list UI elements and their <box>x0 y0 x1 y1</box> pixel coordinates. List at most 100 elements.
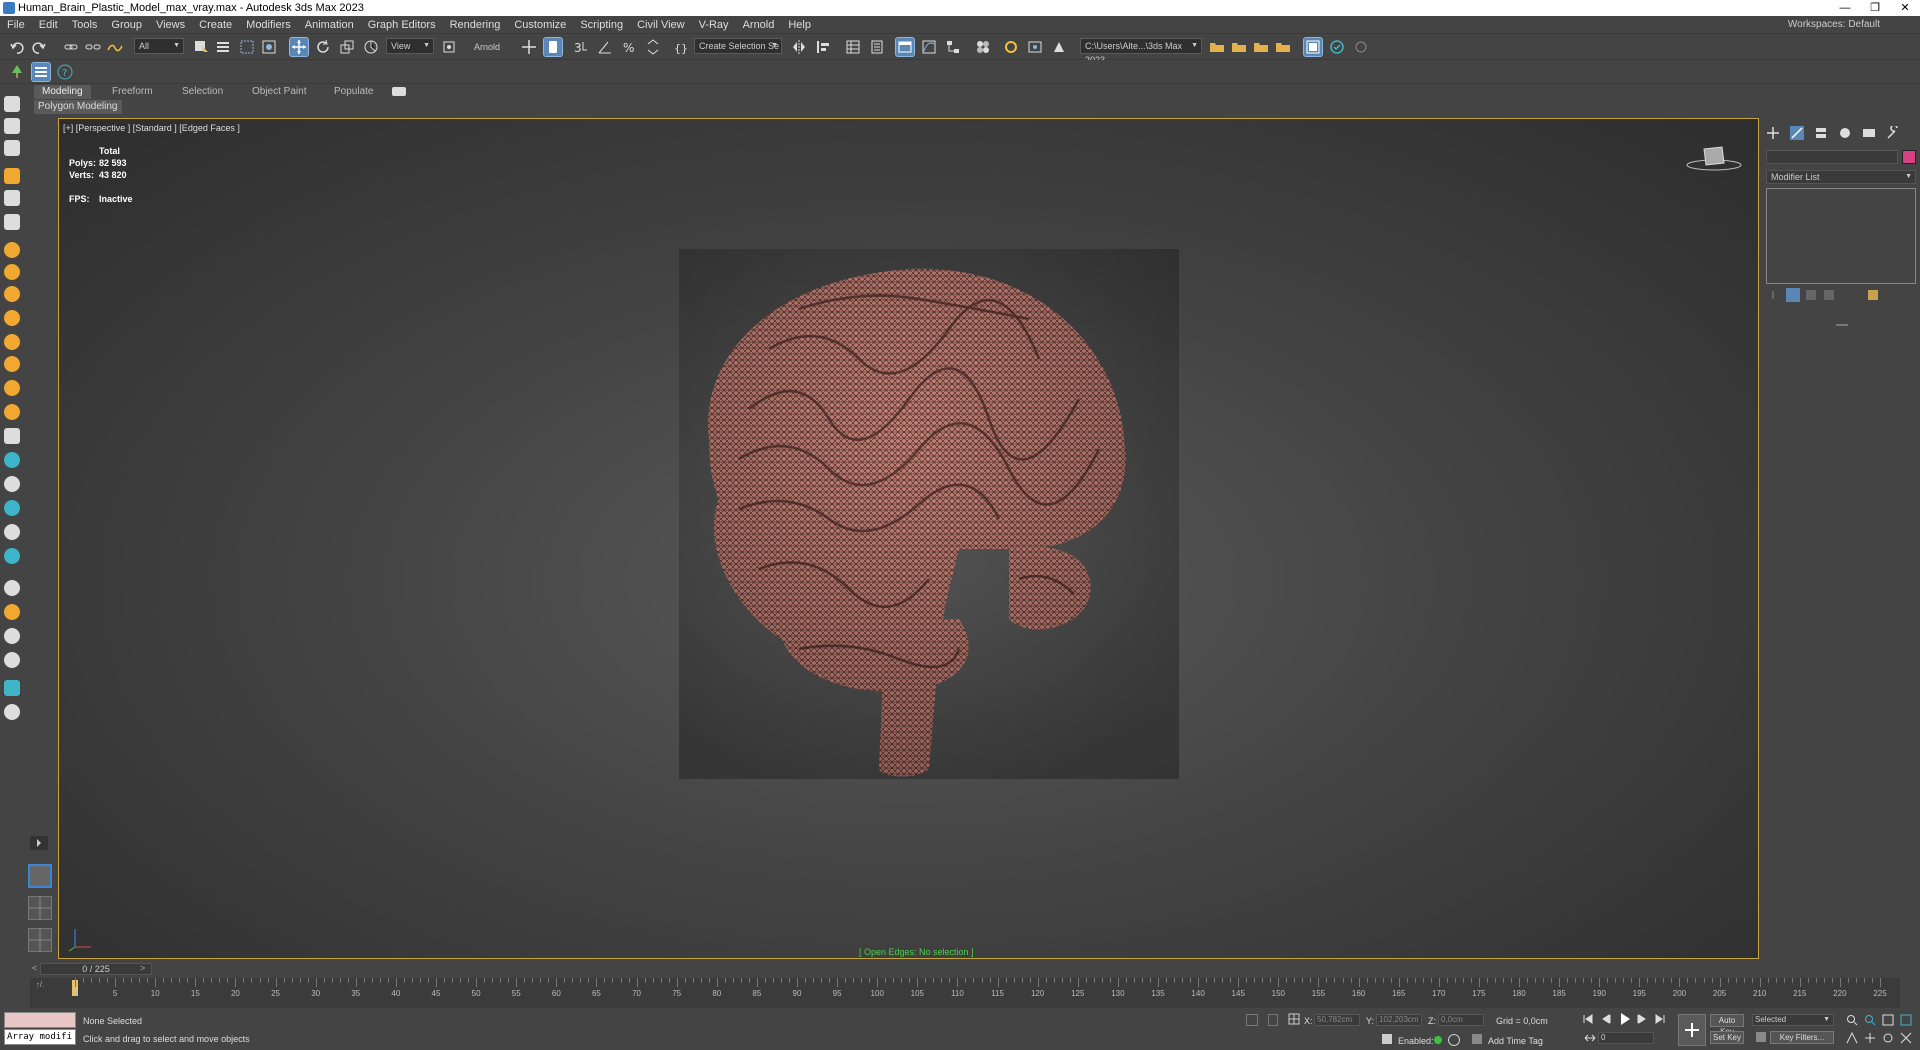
adaptive-degradation-icon[interactable] <box>1448 1034 1460 1046</box>
layer-manager-icon[interactable] <box>31 62 51 82</box>
mini-curve-editor-icon[interactable]: ↑/. <box>30 980 50 996</box>
menu-arnold[interactable]: Arnold <box>736 16 782 34</box>
time-slider-next-icon[interactable]: > <box>140 963 145 973</box>
zoom-extents-all-icon[interactable] <box>1900 1014 1912 1026</box>
orbit-icon[interactable] <box>1882 1032 1894 1044</box>
folder-icon[interactable] <box>1230 38 1248 56</box>
select-and-rotate-icon[interactable] <box>314 38 332 56</box>
key-selection-dropdown[interactable]: Selected ▼ <box>1752 1014 1834 1026</box>
bind-spacewarp-icon[interactable] <box>106 38 124 56</box>
vray-camera-icon[interactable] <box>4 548 20 564</box>
folder-up-icon[interactable] <box>1252 38 1270 56</box>
previous-frame-icon[interactable] <box>1600 1014 1612 1024</box>
pen-icon[interactable] <box>4 476 20 492</box>
create-icon[interactable] <box>4 96 20 112</box>
keyboard-shortcut-override-icon[interactable] <box>543 37 563 57</box>
current-frame-field[interactable]: 0 <box>1598 1032 1654 1044</box>
snaps-toggle-icon[interactable]: 3 <box>572 38 590 56</box>
set-key-mode-button[interactable]: Set Key <box>1710 1031 1744 1044</box>
render-setup-icon[interactable] <box>1002 38 1020 56</box>
render-cloud-icon[interactable] <box>1352 38 1370 56</box>
set-key-button[interactable] <box>1678 1014 1706 1046</box>
menu-edit[interactable]: Edit <box>32 16 65 34</box>
scene-explorer-icon[interactable] <box>844 38 862 56</box>
display-icon[interactable] <box>4 140 20 156</box>
menu-modifiers[interactable]: Modifiers <box>239 16 298 34</box>
checkmark-icon[interactable] <box>1328 38 1346 56</box>
menu-views[interactable]: Views <box>149 16 192 34</box>
polygon-modeling-panel[interactable]: Polygon Modeling <box>34 100 122 114</box>
menu-tools[interactable]: Tools <box>65 16 105 34</box>
named-selection-dropdown[interactable]: Create Selection Se ▼ <box>694 38 782 54</box>
remove-modifier-icon[interactable] <box>1824 290 1834 300</box>
select-object-icon[interactable] <box>192 38 210 56</box>
material-sphere-icon[interactable] <box>4 580 20 596</box>
create-tab-icon[interactable] <box>1766 126 1780 140</box>
layer-explorer-icon[interactable] <box>868 38 886 56</box>
vray-logo-icon[interactable] <box>4 704 20 720</box>
geosphere-icon[interactable] <box>4 310 20 326</box>
viewcube[interactable] <box>1684 143 1744 173</box>
object-name-field[interactable] <box>1766 150 1898 164</box>
help-icon[interactable]: ? <box>56 63 74 81</box>
render-production-icon[interactable] <box>1050 38 1068 56</box>
object-color-swatch[interactable] <box>1902 150 1916 164</box>
angle-snap-icon[interactable] <box>596 38 614 56</box>
isolate-selection-icon[interactable] <box>1246 1014 1258 1026</box>
pin-stack-icon[interactable] <box>1768 290 1778 300</box>
ribbon-options-icon[interactable] <box>392 87 406 96</box>
x-coord-field[interactable]: 50,782cm <box>1314 1014 1360 1026</box>
show-end-result-icon[interactable] <box>1786 288 1800 302</box>
menu-create[interactable]: Create <box>192 16 239 34</box>
folder-sync-icon[interactable] <box>1274 38 1292 56</box>
maxscript-mini-listener[interactable]: Array modifi <box>4 1029 76 1045</box>
light-icon[interactable] <box>4 242 20 258</box>
toggle-ribbon-icon[interactable] <box>895 37 915 57</box>
vray-light-icon[interactable] <box>4 500 20 516</box>
project-folder-dropdown[interactable]: C:\Users\Alte...\3ds Max 2023▼ <box>1080 38 1202 65</box>
enabled-indicator-icon[interactable] <box>1434 1036 1442 1044</box>
select-and-scale-icon[interactable] <box>338 38 356 56</box>
modify-tab-icon[interactable] <box>1790 126 1804 140</box>
menu-civil-view[interactable]: Civil View <box>630 16 691 34</box>
sun-icon[interactable] <box>4 380 20 396</box>
utilities-icon[interactable] <box>4 190 20 206</box>
workspace-selector[interactable]: Workspaces: Default <box>1788 16 1880 34</box>
alt-viewport-layout-button[interactable] <box>28 928 52 952</box>
curve-editor-icon[interactable] <box>920 38 938 56</box>
rendered-frame-window-icon[interactable] <box>1026 38 1044 56</box>
scene-tree-icon[interactable] <box>8 63 26 81</box>
maximize-viewport-icon[interactable] <box>1900 1032 1912 1044</box>
make-unique-icon[interactable] <box>1806 290 1816 300</box>
quad-viewport-layout-button[interactable] <box>28 896 52 920</box>
redo-icon[interactable] <box>30 38 48 56</box>
time-tag-icon[interactable] <box>1382 1034 1392 1044</box>
z-coord-field[interactable]: 0,0cm <box>1438 1014 1484 1026</box>
menu-rendering[interactable]: Rendering <box>443 16 508 34</box>
menu-vray[interactable]: V-Ray <box>692 16 736 34</box>
spinner-snap-icon[interactable] <box>644 38 662 56</box>
pan-view-icon[interactable] <box>1864 1032 1876 1044</box>
menu-animation[interactable]: Animation <box>298 16 361 34</box>
select-and-place-icon[interactable] <box>362 38 380 56</box>
hierarchy-tab-icon[interactable] <box>1814 126 1828 140</box>
window-crossing-icon[interactable] <box>260 38 278 56</box>
manipulate-icon[interactable] <box>520 38 538 56</box>
mirror-icon[interactable] <box>790 38 808 56</box>
spotlight-icon[interactable] <box>4 334 20 350</box>
vray-sphere-icon[interactable] <box>4 452 20 468</box>
menu-customize[interactable]: Customize <box>507 16 573 34</box>
menu-help[interactable]: Help <box>781 16 818 34</box>
y-coord-field[interactable]: 102,203cm <box>1376 1014 1422 1026</box>
omni-light-icon[interactable] <box>4 356 20 372</box>
camera-icon[interactable] <box>4 214 20 230</box>
close-button[interactable]: ✕ <box>1890 0 1920 16</box>
time-config-arrows-icon[interactable] <box>1584 1032 1596 1044</box>
environment-icon[interactable] <box>4 652 20 668</box>
add-time-tag-label[interactable]: Add Time Tag <box>1488 1036 1543 1046</box>
absolute-mode-icon[interactable] <box>1288 1013 1300 1025</box>
tab-object-paint[interactable]: Object Paint <box>244 85 314 99</box>
reference-coord-dropdown[interactable]: View ▼ <box>386 38 434 54</box>
hierarchy-icon[interactable] <box>4 118 20 134</box>
panel-divider[interactable] <box>1836 324 1848 326</box>
